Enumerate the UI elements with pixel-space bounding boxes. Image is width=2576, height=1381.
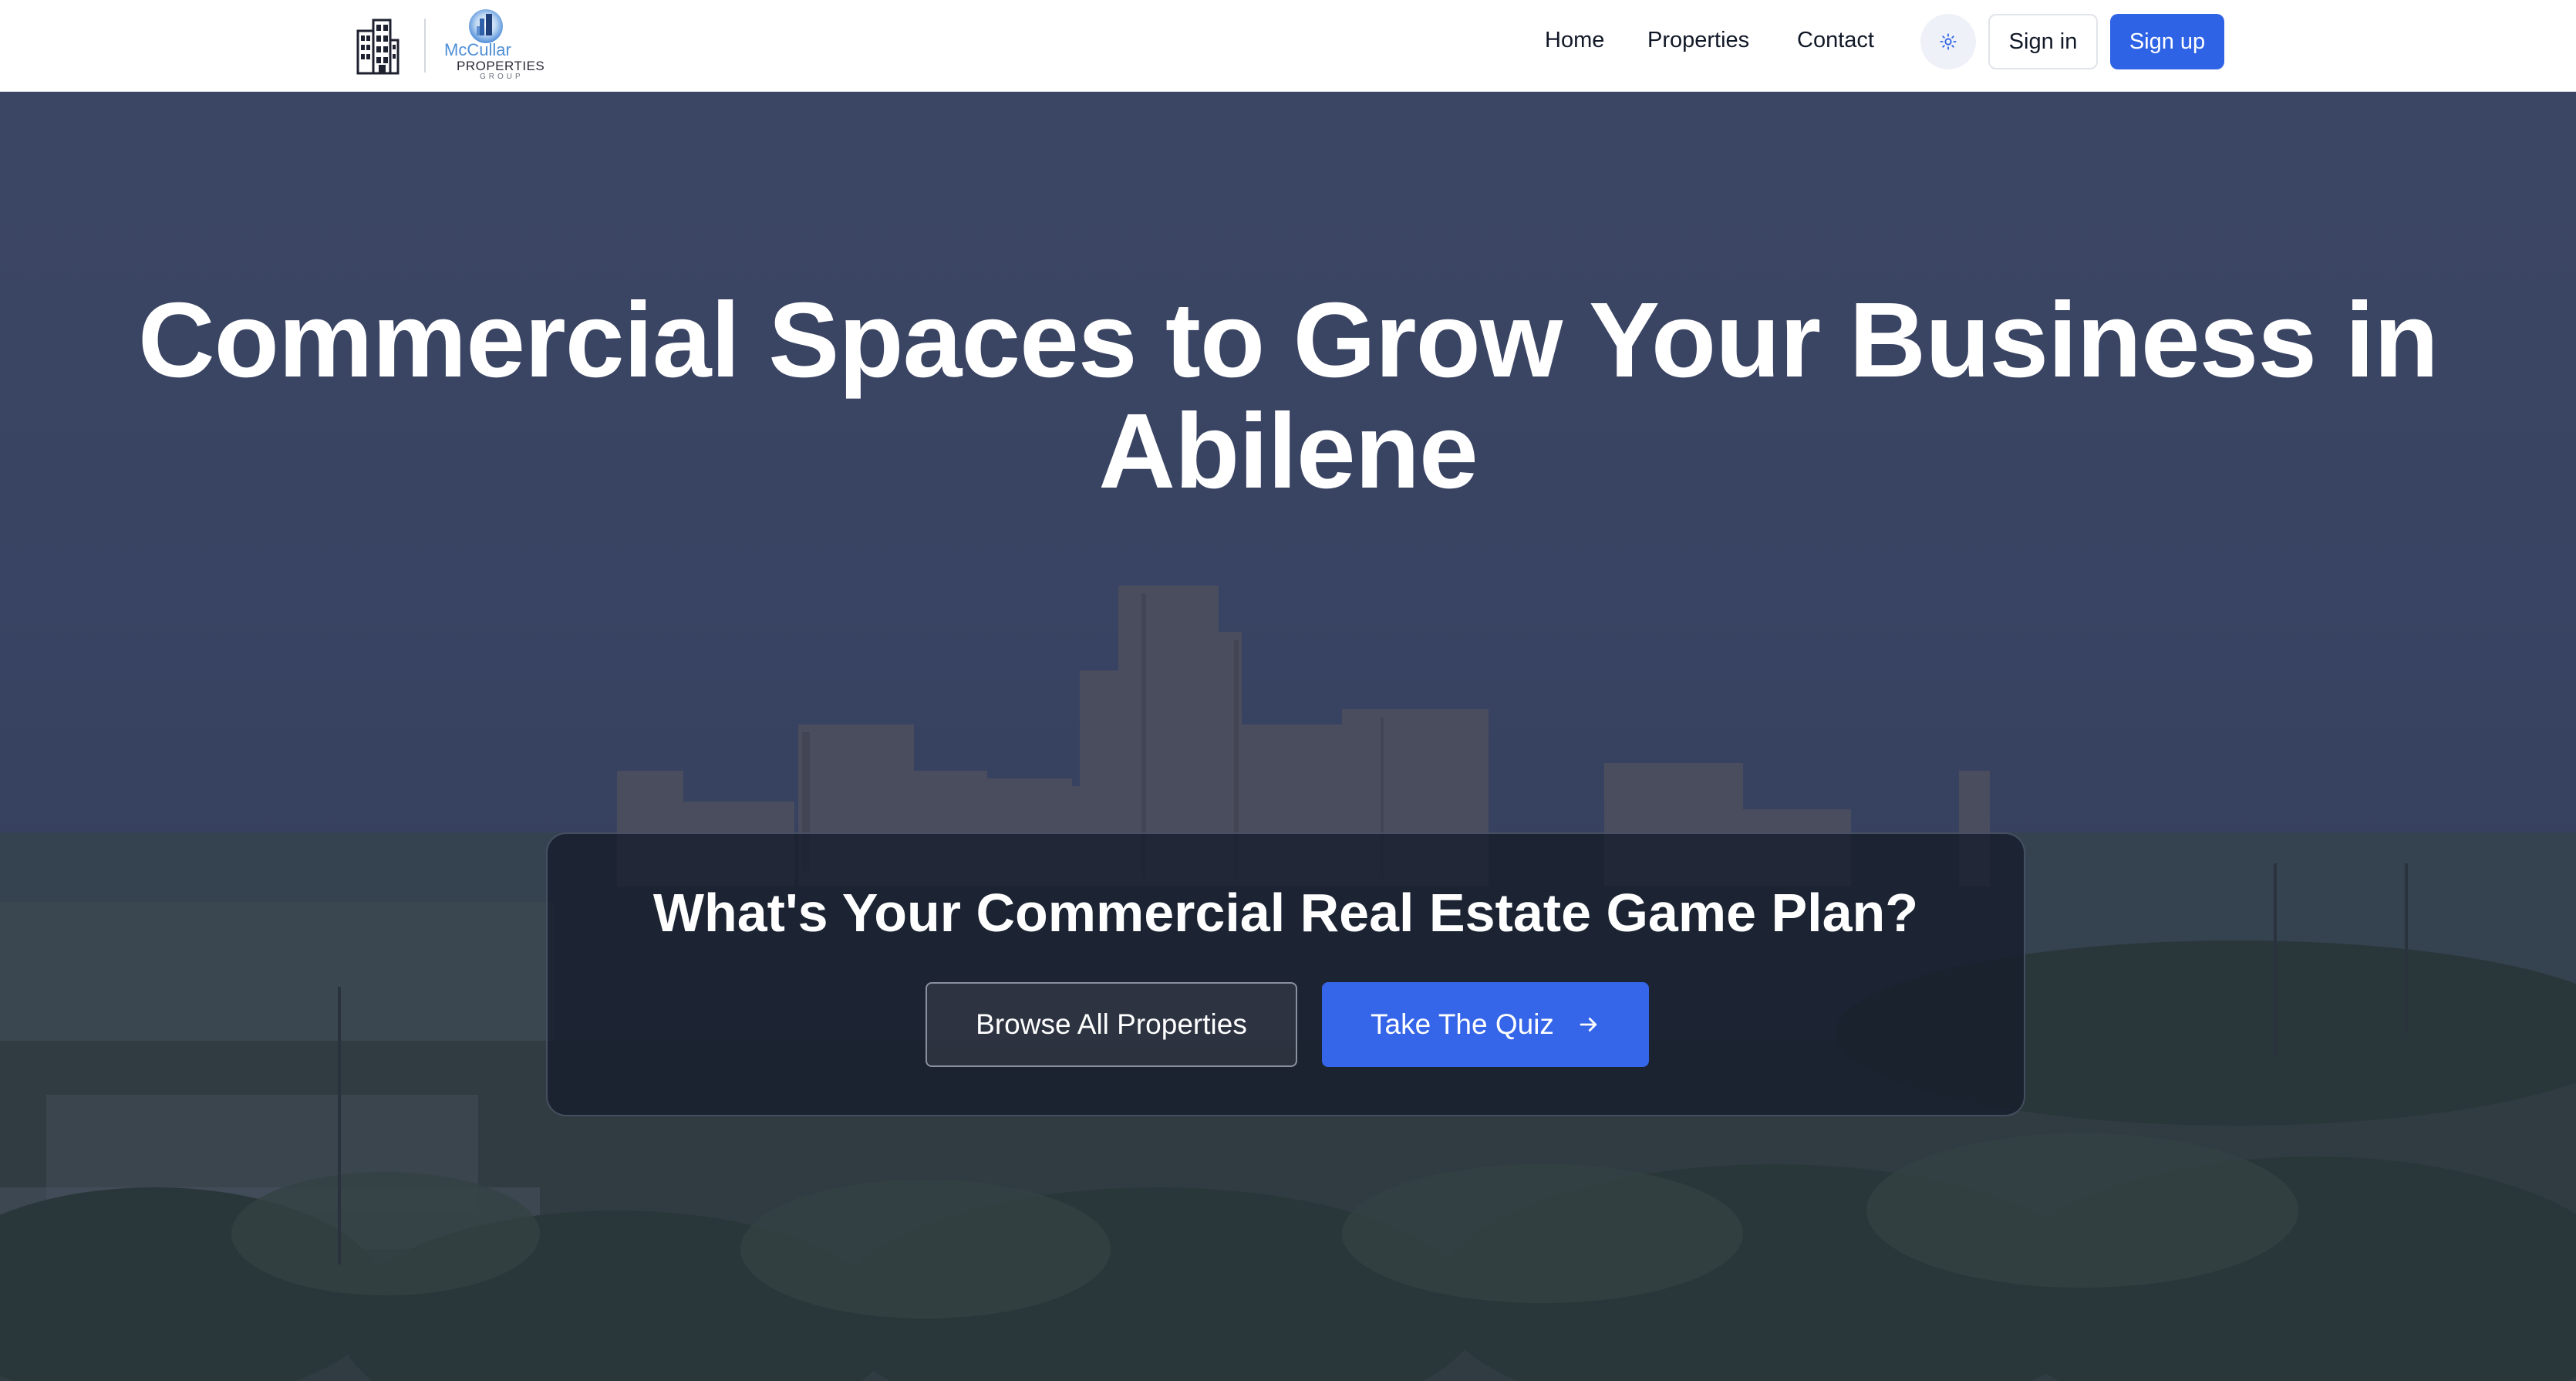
building-icon bbox=[356, 19, 400, 75]
browse-all-properties-button[interactable]: Browse All Properties bbox=[926, 982, 1297, 1067]
brand-logo[interactable]: McCullar PROPERTIES GROUP bbox=[353, 8, 545, 82]
brand-divider bbox=[424, 19, 426, 73]
arrow-right-icon bbox=[1580, 1018, 1597, 1032]
site-header: McCullar PROPERTIES GROUP Home Propertie… bbox=[0, 0, 2576, 92]
sign-up-button[interactable]: Sign up bbox=[2110, 14, 2224, 69]
logo-line-mccullar: McCullar bbox=[444, 40, 511, 59]
nav-home[interactable]: Home bbox=[1545, 28, 1604, 53]
theme-toggle-button[interactable] bbox=[1920, 14, 1976, 69]
logo-wordmark: McCullar PROPERTIES GROUP bbox=[444, 42, 545, 81]
cta-heading: What's Your Commercial Real Estate Game … bbox=[652, 883, 1919, 943]
sign-in-button[interactable]: Sign in bbox=[1988, 14, 2098, 69]
hero-title: Commercial Spaces to Grow Your Business … bbox=[137, 281, 2439, 511]
take-the-quiz-label: Take The Quiz bbox=[1371, 1008, 1554, 1040]
logo-line-properties: PROPERTIES bbox=[457, 59, 545, 73]
nav-properties[interactable]: Properties bbox=[1647, 28, 1749, 53]
hero-section: Commercial Spaces to Grow Your Business … bbox=[0, 92, 2576, 1381]
cta-card: What's Your Commercial Real Estate Game … bbox=[546, 832, 2025, 1116]
logo-line-group: GROUP bbox=[480, 73, 524, 81]
nav-contact[interactable]: Contact bbox=[1797, 28, 1874, 53]
take-the-quiz-button[interactable]: Take The Quiz bbox=[1322, 982, 1649, 1067]
sun-icon bbox=[1940, 33, 1957, 50]
